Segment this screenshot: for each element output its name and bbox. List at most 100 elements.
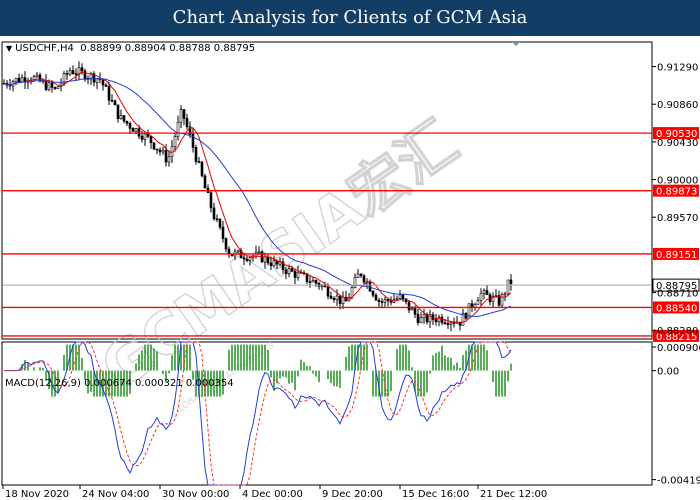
candle-body	[131, 128, 135, 132]
price-label: 0.91290	[657, 63, 698, 74]
symbol-header: ▼ USDCHF,H4 0.88899 0.88904 0.88788 0.887…	[6, 43, 255, 54]
candle-body	[500, 294, 504, 306]
candle-body	[74, 73, 78, 75]
candle-body	[290, 268, 294, 272]
candle-body	[80, 67, 84, 72]
candle-body	[68, 70, 72, 75]
candle-body	[155, 148, 159, 151]
candle-body	[446, 322, 450, 325]
candle-body	[401, 294, 405, 300]
candle-body	[176, 121, 180, 137]
candle-body	[152, 142, 156, 150]
candle-body	[410, 308, 414, 311]
time-label: 9 Dec 20:00	[322, 489, 383, 500]
candle-body	[263, 256, 267, 263]
candle-body	[323, 285, 327, 288]
candle-body	[194, 147, 198, 162]
candle-body	[143, 133, 147, 140]
candle-body	[200, 161, 204, 177]
level-label: 0.89873	[656, 187, 697, 198]
candle-body	[224, 238, 228, 250]
candle-body	[284, 269, 288, 274]
candle-body	[419, 317, 423, 323]
candle-body	[407, 301, 411, 311]
candle-body	[308, 281, 312, 283]
candle-body	[341, 296, 345, 304]
candle-body	[350, 287, 354, 298]
candle-body	[371, 290, 375, 296]
triangle-down-icon[interactable]: ▼	[6, 44, 12, 53]
candle-body	[338, 295, 342, 304]
candle-body	[329, 295, 333, 299]
candle-body	[236, 250, 240, 253]
watermark-logo: GCMASIA宏汇	[89, 108, 470, 403]
level-label: 0.89151	[656, 250, 697, 261]
candle-body	[377, 299, 381, 302]
candle-body	[434, 319, 438, 323]
candle-body	[356, 273, 360, 278]
macd-axis-label: 0.000906	[657, 343, 700, 354]
shift-marker-icon[interactable]	[512, 42, 520, 46]
candle-body	[359, 273, 363, 277]
candle-body	[164, 150, 168, 163]
macd-label: MACD(12,26,9) 0.000674 0.000321 0.000354	[5, 378, 234, 389]
candle-body	[272, 260, 276, 266]
time-label: 24 Nov 04:00	[82, 489, 149, 500]
candle-body	[422, 314, 426, 318]
candle-body	[413, 308, 417, 315]
candle-body	[203, 175, 207, 189]
candle-body	[335, 295, 339, 301]
candle-body	[326, 286, 330, 297]
symbol-name: USDCHF,H4	[15, 43, 74, 54]
candle-body	[482, 290, 486, 294]
candle-body	[125, 120, 129, 124]
candle-body	[503, 293, 507, 296]
candle-body	[218, 219, 222, 228]
candle-body	[380, 301, 384, 303]
candle-body	[389, 300, 393, 303]
candle-body	[314, 280, 318, 284]
chart-area[interactable]: GCMASIA宏汇GLOBAL CAPITAL MARKETS 0.905300…	[0, 36, 700, 500]
price-label: 0.88710	[657, 289, 698, 300]
candle-body	[116, 104, 120, 119]
candle-body	[71, 70, 75, 74]
candle-body	[215, 218, 219, 221]
time-label: 18 Nov 2020	[5, 489, 69, 500]
candle-body	[35, 74, 39, 77]
candle-body	[362, 275, 366, 283]
candle-body	[122, 115, 126, 122]
macd-pane-frame	[1, 341, 653, 486]
candle-body	[140, 135, 144, 140]
candle-body	[416, 313, 420, 323]
candle-body	[209, 192, 213, 209]
candle-body	[311, 280, 315, 283]
candle-body	[149, 136, 153, 144]
candle-body	[353, 277, 357, 288]
macd-line	[4, 341, 512, 486]
candle-body	[506, 279, 510, 295]
candle-body	[242, 257, 246, 260]
chart-title: Chart Analysis for Clients of GCM Asia	[0, 0, 700, 36]
time-label: 15 Dec 16:00	[402, 489, 469, 500]
price-label: 0.89570	[657, 213, 698, 224]
candle-body	[374, 294, 378, 301]
macd-axis-label: -0.004193	[657, 476, 700, 487]
candle-body	[443, 322, 447, 324]
candle-body	[104, 84, 108, 87]
time-label: 4 Dec 00:00	[242, 489, 303, 500]
candle-body	[110, 99, 114, 102]
candle-body	[65, 73, 69, 75]
price-label: 0.90430	[657, 138, 698, 149]
level-label: 0.88540	[656, 303, 697, 314]
candle-body	[296, 272, 300, 278]
candle-body	[212, 207, 216, 220]
candle-body	[398, 294, 402, 299]
candle-body	[182, 109, 186, 119]
candle-body	[395, 298, 399, 300]
candle-body	[47, 82, 51, 90]
candle-body	[44, 80, 48, 90]
time-label: 30 Nov 00:00	[162, 489, 229, 500]
price-label: 0.88280	[657, 326, 698, 337]
candle-body	[440, 316, 444, 323]
candle-body	[173, 136, 177, 147]
